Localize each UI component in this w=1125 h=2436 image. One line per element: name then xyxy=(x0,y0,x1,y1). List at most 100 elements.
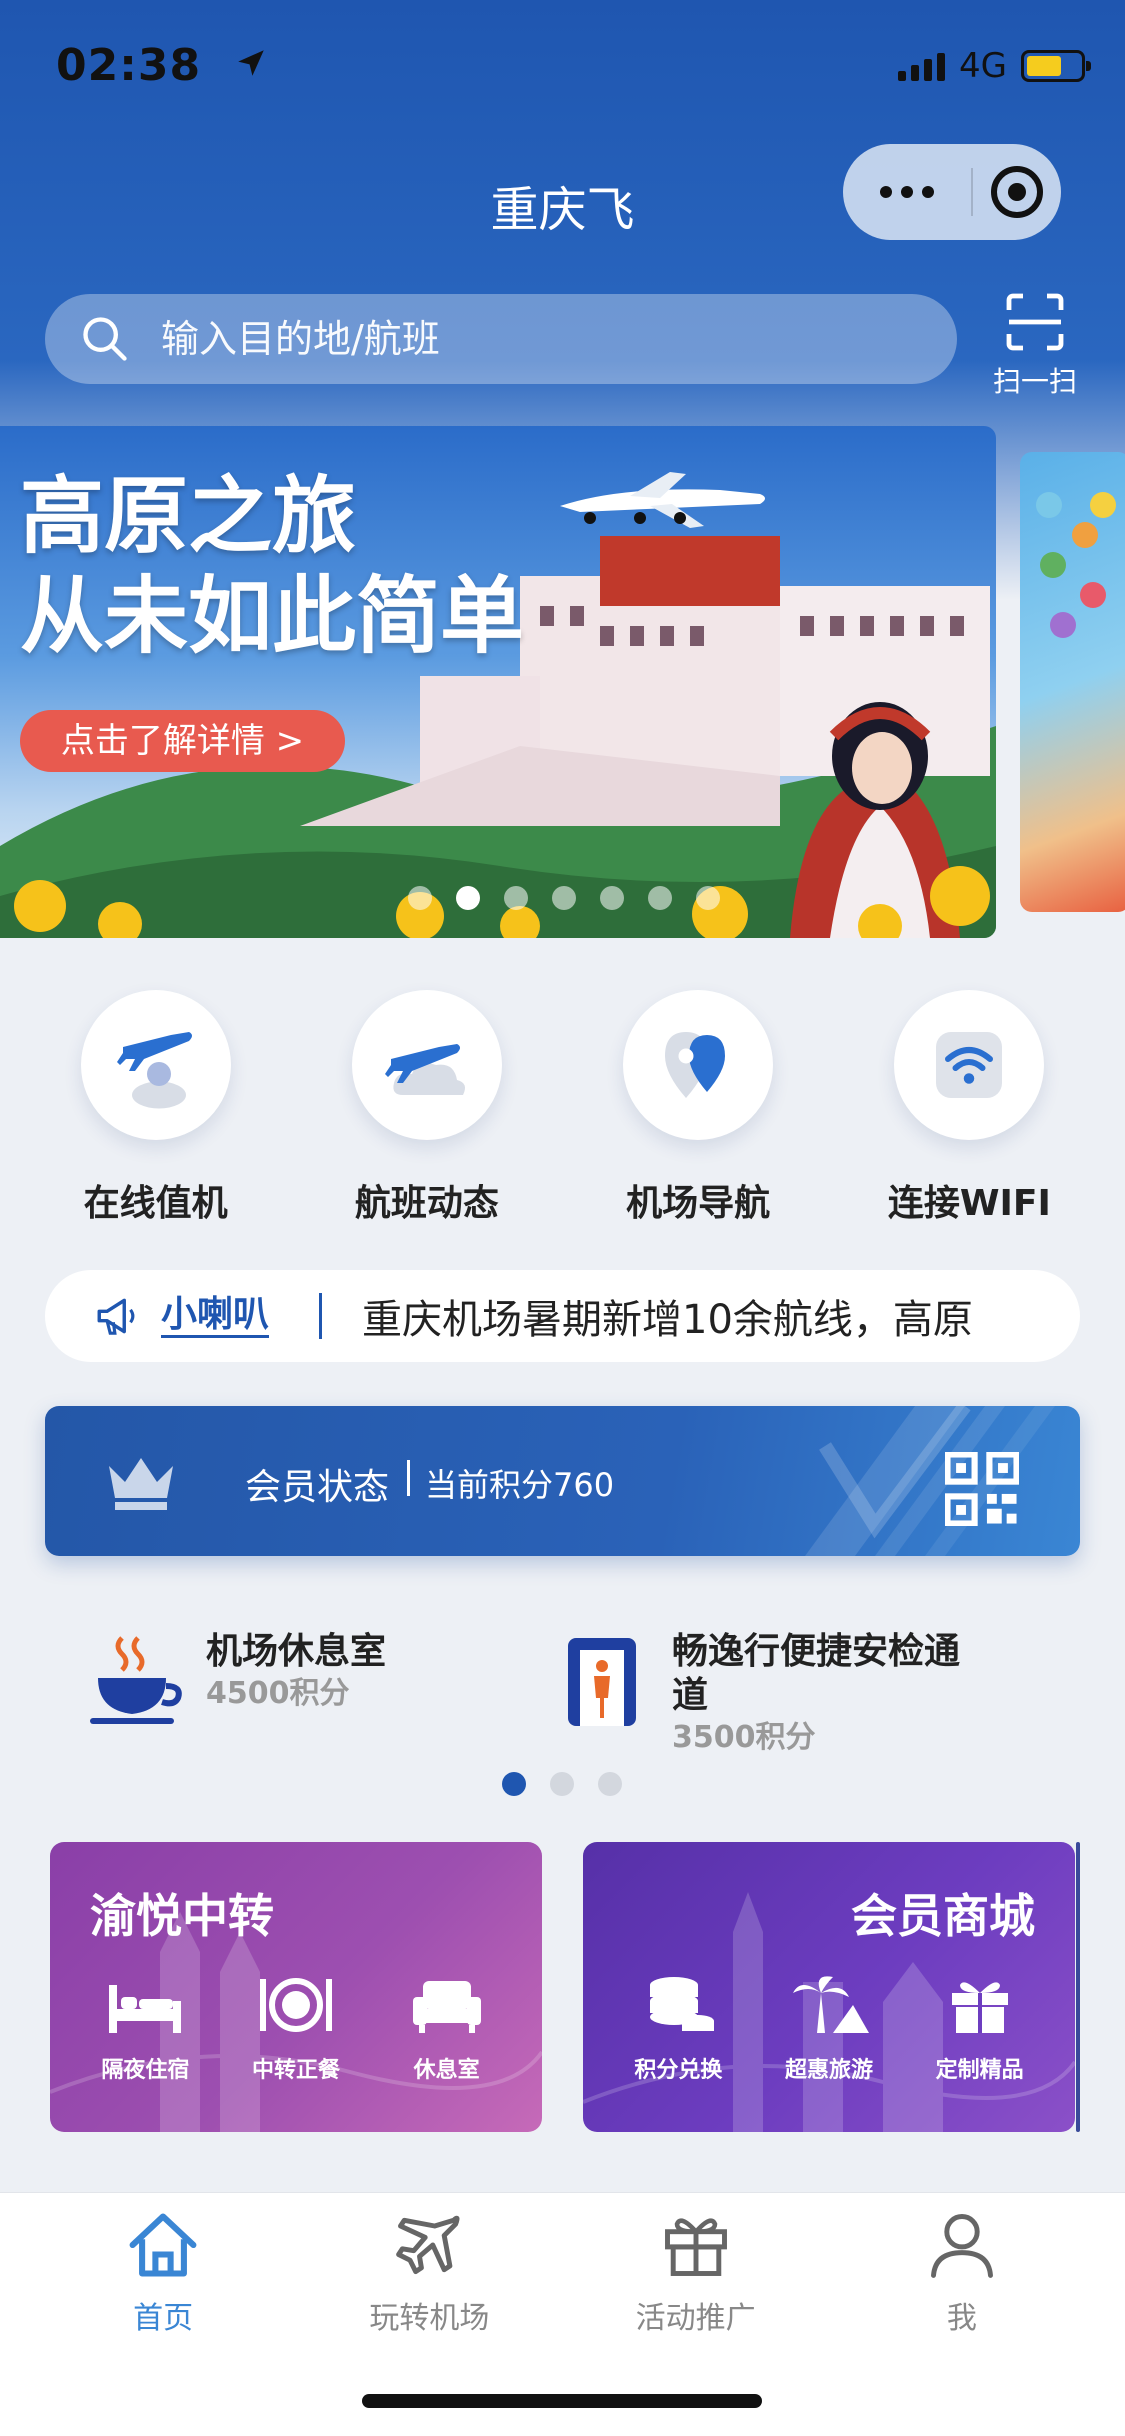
person-icon xyxy=(930,2214,993,2278)
plane-cloud-icon xyxy=(384,1044,465,1095)
quick-action-circle xyxy=(623,990,774,1140)
home-indicator xyxy=(362,2394,762,2408)
mini-program-capsule xyxy=(843,144,1061,240)
notice-divider xyxy=(319,1293,323,1339)
tab-label: 我 xyxy=(946,2301,977,2336)
card-item-label: 隔夜住宿 xyxy=(101,2058,190,2083)
banner-cta-button[interactable]: 点击了解详情 > xyxy=(20,710,345,772)
tab-promotions[interactable]: 活动推广 xyxy=(586,2207,806,2337)
quick-action-wifi[interactable]: 连接WIFI xyxy=(849,990,1089,1226)
card-item-lounge[interactable]: 休息室 xyxy=(377,1972,517,2084)
gift-icon xyxy=(664,2218,727,2276)
benefit-name: 畅逸行便捷安检通道 xyxy=(672,1631,961,1716)
card-item-travel-deals[interactable]: 超惠旅游 xyxy=(759,1972,899,2084)
quick-action-navigation[interactable]: 机场导航 xyxy=(578,990,818,1226)
tab-bar: 首页 玩转机场 活动推广 我 xyxy=(0,2192,1125,2436)
card-item-points-exchange[interactable]: 积分兑换 xyxy=(608,1972,748,2084)
promo-banner[interactable]: 高原之旅 从未如此简单 点击了解详情 > xyxy=(0,426,996,938)
quick-action-circle xyxy=(80,990,231,1140)
home-icon xyxy=(129,2213,197,2277)
network-label: 4G xyxy=(959,46,1007,86)
signal-icon xyxy=(898,51,946,81)
banner-pagination xyxy=(408,886,720,910)
card-item-label: 定制精品 xyxy=(935,2058,1024,2083)
banner-headline-line2: 从未如此简单 xyxy=(20,567,525,665)
crown-icon xyxy=(109,1458,173,1510)
megaphone-icon xyxy=(97,1298,135,1335)
tab-airport[interactable]: 玩转机场 xyxy=(319,2207,539,2337)
scan-button[interactable]: 扫一扫 xyxy=(980,290,1090,400)
next-banner-peek[interactable] xyxy=(1020,452,1125,912)
tab-label: 活动推广 xyxy=(635,2301,756,2336)
tab-me[interactable]: 我 xyxy=(852,2207,1072,2337)
close-button[interactable] xyxy=(973,166,1061,218)
benefits-dot[interactable] xyxy=(598,1772,622,1796)
transfer-card[interactable]: 渝悦中转 隔夜住宿 中转正餐 休息室 xyxy=(50,1842,542,2132)
member-mall-card[interactable]: 会员商城 积分兑换 超惠旅游 定制精品 xyxy=(583,1842,1075,2132)
banner-dot[interactable] xyxy=(696,886,720,910)
quick-action-label: 在线值机 xyxy=(83,1183,228,1224)
benefits-pagination xyxy=(502,1772,622,1796)
benefits-dot[interactable] xyxy=(550,1772,574,1796)
gift-icon xyxy=(951,1982,1008,2033)
wifi-icon xyxy=(936,1032,1003,1098)
security-gate-icon xyxy=(568,1638,636,1726)
battery-icon xyxy=(1021,50,1091,82)
quick-action-circle xyxy=(894,990,1045,1140)
member-points: 当前积分760 xyxy=(425,1466,615,1504)
search-input[interactable] xyxy=(161,317,921,361)
qr-code-icon[interactable] xyxy=(945,1452,1019,1526)
coins-icon xyxy=(650,1977,715,2031)
member-benefits: 机场休息室 4500积分 畅逸行便捷安检通道 3500积分 xyxy=(0,1630,1125,1770)
member-card-decoration xyxy=(805,1406,1055,1556)
banner-dot[interactable] xyxy=(408,886,432,910)
quick-action-checkin[interactable]: 在线值机 xyxy=(36,990,276,1226)
next-card-peek xyxy=(1076,1842,1080,2132)
benefits-dot-active[interactable] xyxy=(502,1772,526,1796)
card-item-custom-goods[interactable]: 定制精品 xyxy=(910,1972,1050,2084)
dining-icon xyxy=(259,1978,332,2032)
status-bar: 02:38 4G xyxy=(56,40,1091,96)
card-items: 隔夜住宿 中转正餐 休息室 xyxy=(50,1972,542,2084)
banner-headline-line1: 高原之旅 xyxy=(20,467,357,565)
search-icon xyxy=(83,317,127,361)
map-pin-icon xyxy=(665,1032,726,1098)
banner-dot-active[interactable] xyxy=(456,886,480,910)
location-arrow-icon xyxy=(238,50,264,76)
card-items: 积分兑换 超惠旅游 定制精品 xyxy=(583,1972,1075,2084)
benefit-points: 4500积分 xyxy=(206,1676,350,1711)
member-status-card[interactable]: 会员状态 当前积分760 xyxy=(45,1406,1080,1556)
tab-home[interactable]: 首页 xyxy=(53,2207,273,2337)
banner-dot[interactable] xyxy=(504,886,528,910)
banner-dot[interactable] xyxy=(600,886,624,910)
scan-icon xyxy=(1006,293,1064,351)
card-item-label: 积分兑换 xyxy=(634,2058,723,2083)
card-title: 会员商城 xyxy=(851,1889,1035,1943)
card-item-overnight[interactable]: 隔夜住宿 xyxy=(75,1972,215,2084)
search-bar[interactable] xyxy=(45,294,957,384)
tab-list: 首页 玩转机场 活动推广 我 xyxy=(0,2193,1125,2337)
member-divider xyxy=(407,1460,410,1496)
target-icon xyxy=(991,166,1043,218)
quick-action-label: 机场导航 xyxy=(626,1183,771,1224)
bed-icon xyxy=(109,1985,182,2033)
status-right: 4G xyxy=(898,46,1091,86)
benefit-lounge[interactable]: 机场休息室 4500积分 xyxy=(86,1630,386,1730)
notice-bar[interactable]: 小喇叭 重庆机场暑期新增10余航线，高原 xyxy=(45,1270,1080,1362)
member-status-label: 会员状态 xyxy=(245,1467,390,1508)
banner-dot[interactable] xyxy=(552,886,576,910)
benefit-name: 机场休息室 xyxy=(206,1631,387,1672)
benefit-fast-security[interactable]: 畅逸行便捷安检通道 3500积分 xyxy=(552,1630,972,1758)
quick-action-circle xyxy=(351,990,502,1140)
banner-dot[interactable] xyxy=(648,886,672,910)
benefit-points: 3500积分 xyxy=(672,1720,816,1755)
card-item-label: 休息室 xyxy=(413,2058,480,2083)
scan-label: 扫一扫 xyxy=(992,365,1077,398)
card-item-label: 中转正餐 xyxy=(251,2058,340,2083)
airplane-icon xyxy=(396,2215,460,2275)
card-item-meal[interactable]: 中转正餐 xyxy=(226,1972,366,2084)
quick-action-flight-status[interactable]: 航班动态 xyxy=(307,990,547,1226)
sofa-icon xyxy=(412,1981,481,2033)
more-menu-button[interactable] xyxy=(843,186,971,198)
notice-tag: 小喇叭 xyxy=(161,1294,270,1338)
